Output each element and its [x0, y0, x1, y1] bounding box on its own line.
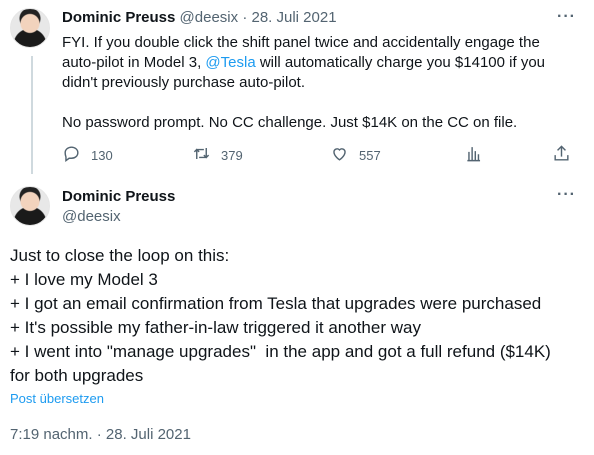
thread-line: [31, 56, 33, 174]
retweet-icon: [192, 144, 211, 166]
reply-button[interactable]: 130: [62, 144, 113, 166]
mention-link[interactable]: @Tesla: [205, 54, 255, 71]
share-button[interactable]: [552, 144, 571, 166]
tweet-text-line: + I love my Model 3: [10, 270, 158, 289]
tweet-text-line: auto-pilot in Model 3, @Tesla will autom…: [62, 53, 572, 73]
tweet-text-line: Just to close the loop on this:: [10, 246, 230, 265]
tweet-text-line: for both upgrades: [10, 366, 144, 385]
tweet-text-line: + It's possible my father-in-law trigger…: [10, 318, 421, 337]
analytics-icon: [465, 144, 484, 166]
separator: ·: [242, 9, 248, 26]
tweet-focused: Dominic Preuss @deesix ··· Just to close…: [0, 180, 594, 455]
tweet-text-line: + I got an email confirmation from Tesla…: [10, 294, 542, 313]
reply-count: 130: [91, 147, 113, 163]
author-handle[interactable]: @deesix: [62, 208, 121, 225]
retweet-button[interactable]: 379: [192, 144, 243, 166]
author-name[interactable]: Dominic Preuss: [62, 9, 175, 26]
retweet-count: 379: [221, 147, 243, 163]
tweet-text-line: + I went into "manage upgrades" in the a…: [10, 342, 551, 361]
like-count: 557: [359, 147, 381, 163]
like-button[interactable]: 557: [330, 144, 381, 166]
avatar[interactable]: [10, 186, 50, 226]
tweet-text-line: FYI. If you double click the shift panel…: [62, 34, 540, 51]
author-handle[interactable]: @deesix: [180, 9, 239, 26]
tweet-text-fragment: auto-pilot in Model 3,: [62, 54, 206, 71]
more-icon[interactable]: ···: [557, 8, 576, 26]
more-icon[interactable]: ···: [557, 186, 576, 204]
tweet-text-line: didn't previously purchase auto-pilot.: [62, 74, 306, 91]
tweet-text-fragment: will automatically charge you $14100 if …: [255, 54, 546, 71]
tweet-text: Just to close the loop on this: + I love…: [10, 244, 584, 388]
translate-link[interactable]: Post übersetzen: [10, 391, 104, 406]
tweet-header: Dominic Preuss @deesix · 28. Juli 2021: [62, 9, 337, 26]
tweet-timestamp[interactable]: 7:19 nachm. · 28. Juli 2021: [10, 426, 191, 443]
tweet-date[interactable]: 28. Juli 2021: [251, 9, 336, 26]
reply-icon: [62, 144, 81, 166]
tweet-text-line: No password prompt. No CC challenge. Jus…: [62, 114, 518, 131]
author-name[interactable]: Dominic Preuss: [62, 188, 175, 205]
action-bar: 130 379 557: [62, 144, 572, 166]
heart-icon: [330, 144, 349, 166]
tweet-text: FYI. If you double click the shift panel…: [62, 33, 572, 133]
share-icon: [552, 144, 571, 166]
tweet-original[interactable]: Dominic Preuss @deesix · 28. Juli 2021 ·…: [0, 0, 594, 180]
analytics-button[interactable]: [465, 144, 484, 166]
avatar[interactable]: [10, 8, 50, 48]
